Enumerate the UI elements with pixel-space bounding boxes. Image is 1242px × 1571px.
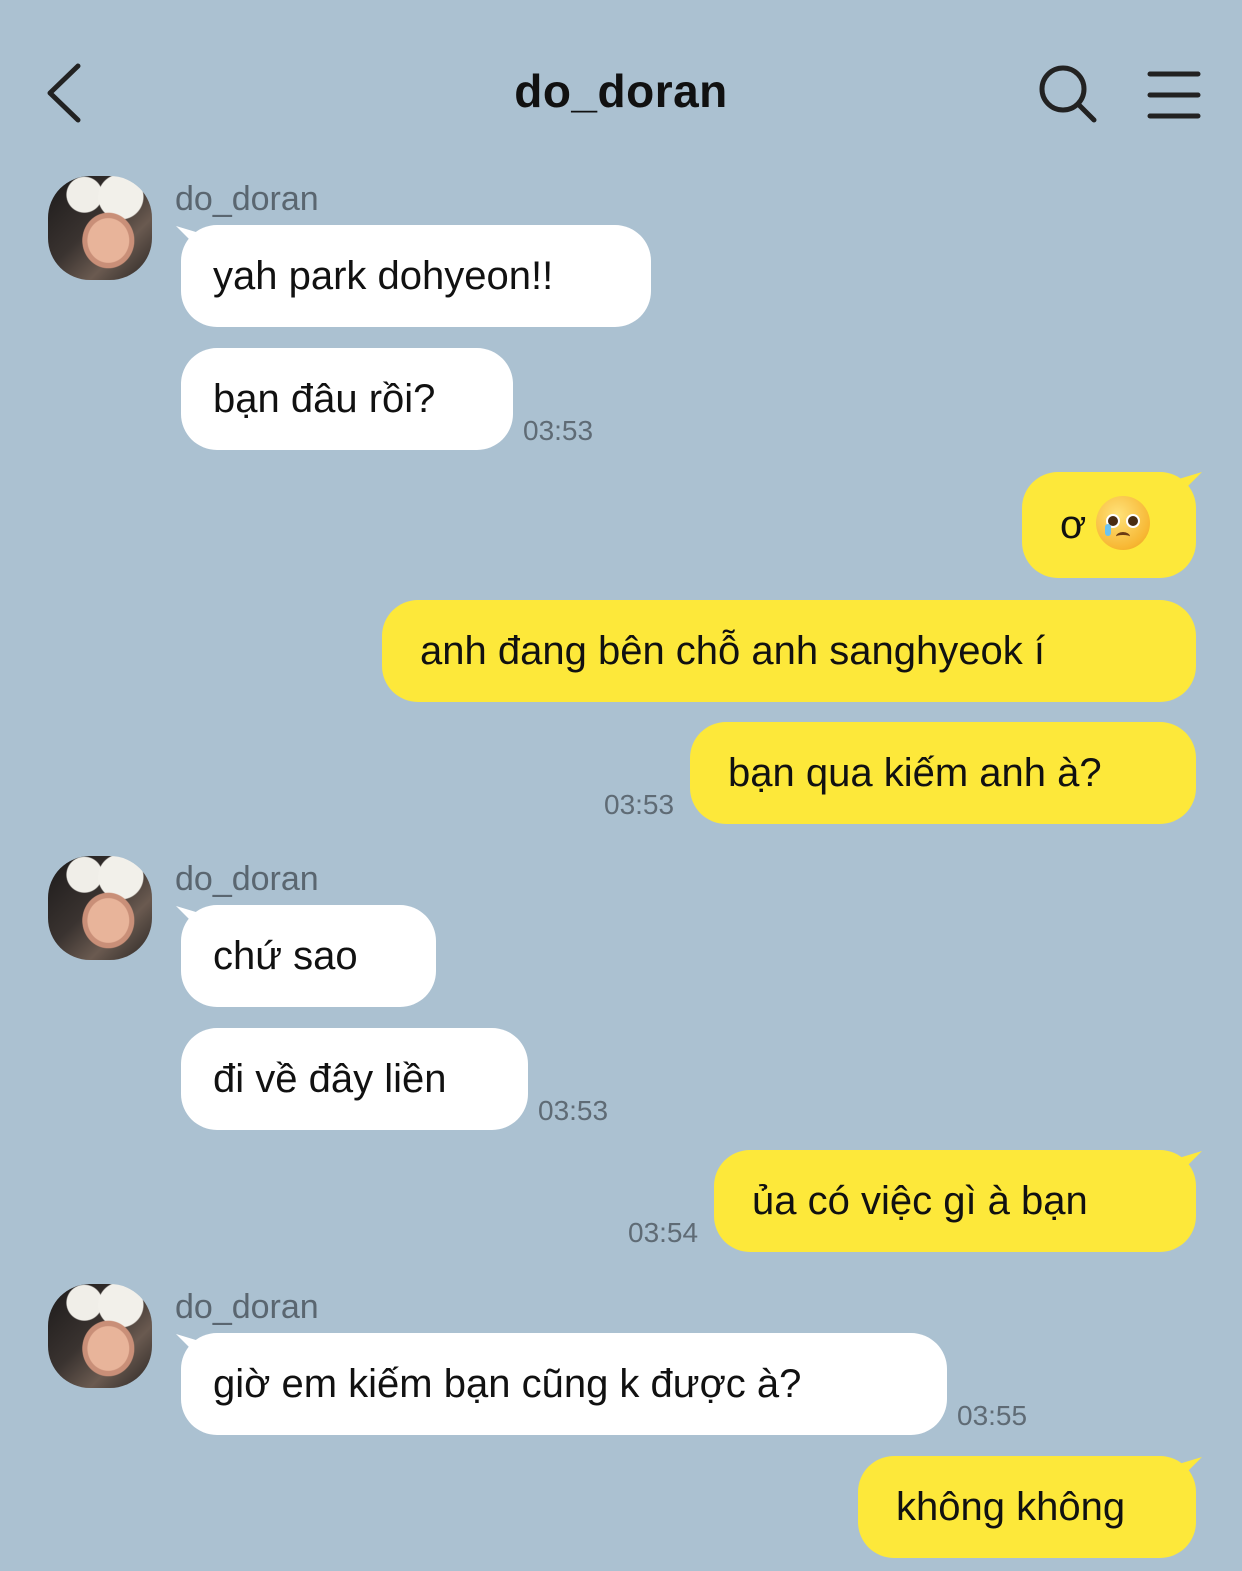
message-bubble-incoming[interactable]: yah park dohyeon!! xyxy=(181,225,651,327)
message-bubble-incoming[interactable]: chứ sao xyxy=(181,905,436,1007)
message-bubble-outgoing[interactable]: ủa có việc gì à bạn xyxy=(714,1150,1196,1252)
message-text: ơ xyxy=(1060,503,1087,547)
search-icon[interactable] xyxy=(1036,62,1100,126)
message-bubble-incoming[interactable]: bạn đâu rồi? xyxy=(181,348,513,450)
message-bubble-incoming[interactable]: đi về đây liền xyxy=(181,1028,528,1130)
message-timestamp: 03:54 xyxy=(628,1217,699,1248)
avatar[interactable] xyxy=(48,1284,152,1388)
sender-name: do_doran xyxy=(175,180,319,218)
pleading-face-emoji-icon xyxy=(1096,496,1151,551)
message-bubble-outgoing[interactable]: không không xyxy=(858,1456,1196,1558)
message-timestamp: 03:53 xyxy=(538,1095,609,1126)
sender-name: do_doran xyxy=(175,860,319,898)
message-bubble-outgoing[interactable]: ơ xyxy=(1022,472,1196,578)
sender-name: do_doran xyxy=(175,1288,319,1326)
message-timestamp: 03:53 xyxy=(604,789,675,820)
chat-header: do_doran xyxy=(0,0,1242,170)
message-bubble-outgoing[interactable]: anh đang bên chỗ anh sanghyeok í xyxy=(382,600,1196,702)
avatar[interactable] xyxy=(48,856,152,960)
message-timestamp: 03:53 xyxy=(523,415,594,446)
avatar[interactable] xyxy=(48,176,152,280)
hamburger-menu-icon[interactable] xyxy=(1146,68,1202,122)
message-timestamp: 03:55 xyxy=(957,1400,1028,1431)
message-bubble-incoming[interactable]: giờ em kiếm bạn cũng k được à? xyxy=(181,1333,947,1435)
message-bubble-outgoing[interactable]: bạn qua kiếm anh à? xyxy=(690,722,1196,824)
